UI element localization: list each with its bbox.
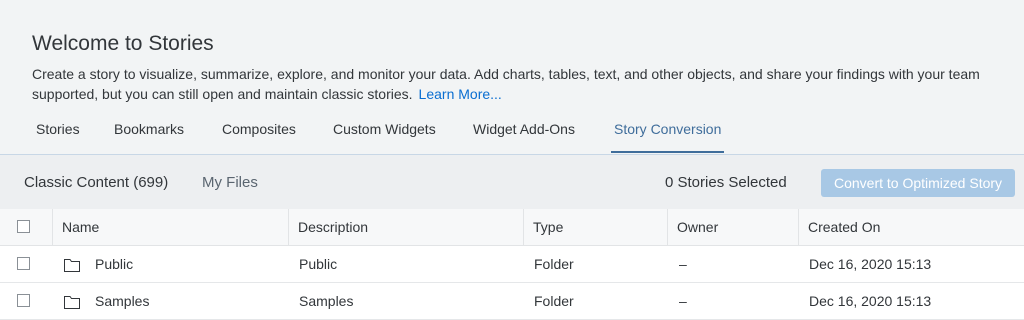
column-divider xyxy=(667,209,668,245)
row-owner: – xyxy=(679,256,687,272)
row-created-on: Dec 16, 2020 15:13 xyxy=(809,256,932,272)
page-title: Welcome to Stories xyxy=(32,32,214,55)
column-header-owner[interactable]: Owner xyxy=(677,209,718,245)
row-created-on: Dec 16, 2020 15:13 xyxy=(809,293,932,309)
stories-table: Name Description Type Owner Created On P… xyxy=(0,209,1024,320)
learn-more-link[interactable]: Learn More... xyxy=(419,86,502,102)
tab-bookmarks[interactable]: Bookmarks xyxy=(114,112,184,152)
content-toolbar: Classic Content (699) My Files 0 Stories… xyxy=(0,155,1024,209)
row-type: Folder xyxy=(534,256,574,272)
row-description: Samples xyxy=(299,293,354,309)
selection-count: 0 Stories Selected xyxy=(665,174,787,191)
row-checkbox[interactable] xyxy=(17,294,30,307)
row-checkbox[interactable] xyxy=(17,257,30,270)
my-files-filter[interactable]: My Files xyxy=(202,174,258,191)
column-divider xyxy=(798,209,799,245)
tab-composites[interactable]: Composites xyxy=(222,112,296,152)
page-header: Welcome to Stories Create a story to vis… xyxy=(0,0,1024,155)
folder-icon xyxy=(64,296,80,309)
folder-icon xyxy=(64,259,80,272)
table-row[interactable]: Samples Samples Folder – Dec 16, 2020 15… xyxy=(0,283,1024,320)
classic-content-filter[interactable]: Classic Content (699) xyxy=(24,174,168,191)
tab-stories[interactable]: Stories xyxy=(36,112,80,152)
column-header-name[interactable]: Name xyxy=(62,209,99,245)
convert-to-optimized-story-button[interactable]: Convert to Optimized Story xyxy=(821,169,1015,197)
description-line-2: supported, but you can still open and ma… xyxy=(32,84,1022,104)
row-description: Public xyxy=(299,256,338,272)
column-divider xyxy=(52,209,53,245)
row-name[interactable]: Public xyxy=(95,246,133,282)
column-header-type[interactable]: Type xyxy=(533,209,563,245)
tab-story-conversion[interactable]: Story Conversion xyxy=(610,112,725,153)
table-header-row: Name Description Type Owner Created On xyxy=(0,209,1024,246)
row-owner: – xyxy=(679,293,687,309)
column-divider xyxy=(523,209,524,245)
row-type: Folder xyxy=(534,293,574,309)
tab-widget-add-ons[interactable]: Widget Add-Ons xyxy=(473,112,575,152)
table-row[interactable]: Public Public Folder – Dec 16, 2020 15:1… xyxy=(0,246,1024,283)
column-header-description[interactable]: Description xyxy=(298,209,368,245)
tab-bar: Stories Bookmarks Composites Custom Widg… xyxy=(0,112,1024,155)
select-all-checkbox[interactable] xyxy=(17,220,30,233)
row-name[interactable]: Samples xyxy=(95,283,149,319)
column-divider xyxy=(288,209,289,245)
description-line-1: Create a story to visualize, summarize, … xyxy=(32,66,980,82)
page-description: Create a story to visualize, summarize, … xyxy=(32,64,1022,104)
description-line-2-text: supported, but you can still open and ma… xyxy=(32,86,413,102)
tab-custom-widgets[interactable]: Custom Widgets xyxy=(333,112,436,152)
column-header-created-on[interactable]: Created On xyxy=(808,209,880,245)
